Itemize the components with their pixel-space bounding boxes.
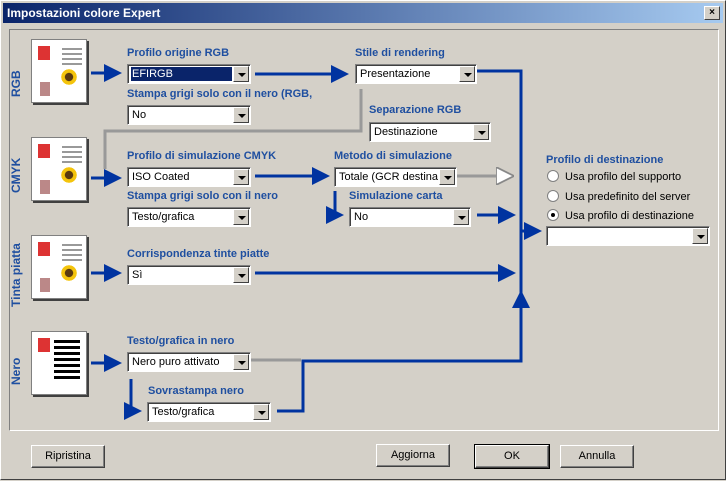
chevron-down-icon[interactable] [233, 267, 249, 283]
black-text-graphics-label: Testo/grafica in nero [127, 335, 235, 347]
paper-sim-value: No [354, 211, 369, 223]
reset-button[interactable]: Ripristina [31, 445, 105, 468]
sim-method-select[interactable]: Totale (GCR destinaz [334, 167, 457, 187]
chevron-down-icon[interactable] [233, 209, 249, 225]
expert-color-settings-dialog: Impostazioni colore Expert × RGB CMYK Ti… [0, 0, 726, 480]
black-document-thumbnail [31, 331, 87, 395]
radio-use-media-profile[interactable]: Usa profilo del supporto [547, 169, 681, 185]
rgb-gray-black-select[interactable]: No [127, 105, 251, 125]
chevron-down-icon[interactable] [459, 66, 475, 82]
radio-use-destination-profile[interactable]: Usa profilo di destinazione [547, 208, 694, 224]
cancel-button[interactable]: Annulla [560, 445, 634, 468]
black-text-graphics-value: Nero puro attivato [132, 356, 220, 368]
rendering-style-select[interactable]: Presentazione [355, 64, 477, 84]
rgb-gray-black-value: No [132, 109, 147, 121]
destination-profile-label: Profilo di destinazione [546, 154, 664, 166]
destination-profile-value [550, 229, 691, 243]
cmyk-gray-black-value: Testo/grafica [132, 211, 195, 223]
radio-label: Usa predefinito del server [565, 191, 691, 203]
arrow-overprint-to-destination [277, 290, 530, 413]
radio-use-server-default[interactable]: Usa predefinito del server [547, 189, 690, 205]
update-button[interactable]: Aggiorna [376, 444, 450, 467]
radio-circle[interactable] [547, 190, 559, 203]
rgb-source-profile-select[interactable]: EFIRGB [127, 64, 251, 84]
cmyk-sim-profile-select[interactable]: ISO Coated [127, 167, 251, 187]
paper-sim-select[interactable]: No [349, 207, 471, 227]
arrow-rendering-to-destination [477, 69, 523, 161]
rendering-style-label: Stile di rendering [355, 47, 445, 59]
sim-method-value: Totale (GCR destinaz [339, 171, 438, 183]
radio-label: Usa profilo di destinazione [565, 210, 695, 222]
destination-profile-select[interactable] [546, 226, 710, 246]
cmyk-document-thumbnail [31, 137, 87, 201]
rgb-source-profile-value: EFIRGB [131, 67, 232, 81]
chevron-down-icon[interactable] [439, 169, 455, 185]
rgb-separation-value: Destinazione [374, 126, 438, 138]
black-overprint-label: Sovrastampa nero [148, 385, 244, 397]
chevron-down-icon[interactable] [233, 66, 249, 82]
spot-match-value: Sì [132, 269, 143, 281]
chevron-down-icon[interactable] [233, 354, 249, 370]
rgb-separation-select[interactable]: Destinazione [369, 122, 491, 142]
cmyk-gray-black-label: Stampa grigi solo con il nero [127, 190, 278, 202]
chevron-down-icon[interactable] [253, 404, 269, 420]
section-label-cmyk: CMYK [9, 157, 23, 193]
chevron-down-icon[interactable] [233, 107, 249, 123]
radio-circle-selected[interactable] [547, 209, 559, 222]
black-text-graphics-select[interactable]: Nero puro attivato [127, 352, 251, 372]
ok-button[interactable]: OK [474, 444, 550, 469]
section-label-spot: Tinta piatta [9, 243, 23, 307]
cmyk-sim-profile-label: Profilo di simulazione CMYK [127, 150, 277, 162]
arrow-method-to-paper [326, 191, 344, 224]
cmyk-gray-black-select[interactable]: Testo/grafica [127, 207, 251, 227]
radio-circle[interactable] [547, 170, 559, 183]
rgb-gray-black-label: Stampa grigi solo con il nero (RGB, [127, 88, 313, 100]
chevron-down-icon[interactable] [453, 209, 469, 225]
chevron-down-icon[interactable] [233, 169, 249, 185]
black-overprint-value: Testo/grafica [152, 406, 215, 418]
radio-label: Usa profilo del supporto [565, 171, 682, 183]
rgb-separation-label: Separazione RGB [369, 104, 462, 116]
black-overprint-select[interactable]: Testo/grafica [147, 402, 271, 422]
rgb-source-profile-label: Profilo origine RGB [127, 47, 230, 59]
spot-match-label: Corrispondenza tinte piatte [127, 248, 270, 260]
arrow-text-to-overprint [124, 379, 142, 420]
rendering-style-value: Presentazione [360, 68, 431, 80]
cmyk-sim-profile-value: ISO Coated [132, 171, 190, 183]
sim-method-label: Metodo di simulazione [334, 150, 452, 162]
section-label-rgb: RGB [9, 70, 23, 97]
chevron-down-icon[interactable] [692, 228, 708, 244]
paper-sim-label: Simulazione carta [349, 190, 443, 202]
chevron-down-icon[interactable] [473, 124, 489, 140]
section-label-black: Nero [9, 357, 23, 385]
spot-document-thumbnail [31, 235, 87, 299]
spot-match-select[interactable]: Sì [127, 265, 251, 285]
rgb-document-thumbnail [31, 39, 87, 103]
